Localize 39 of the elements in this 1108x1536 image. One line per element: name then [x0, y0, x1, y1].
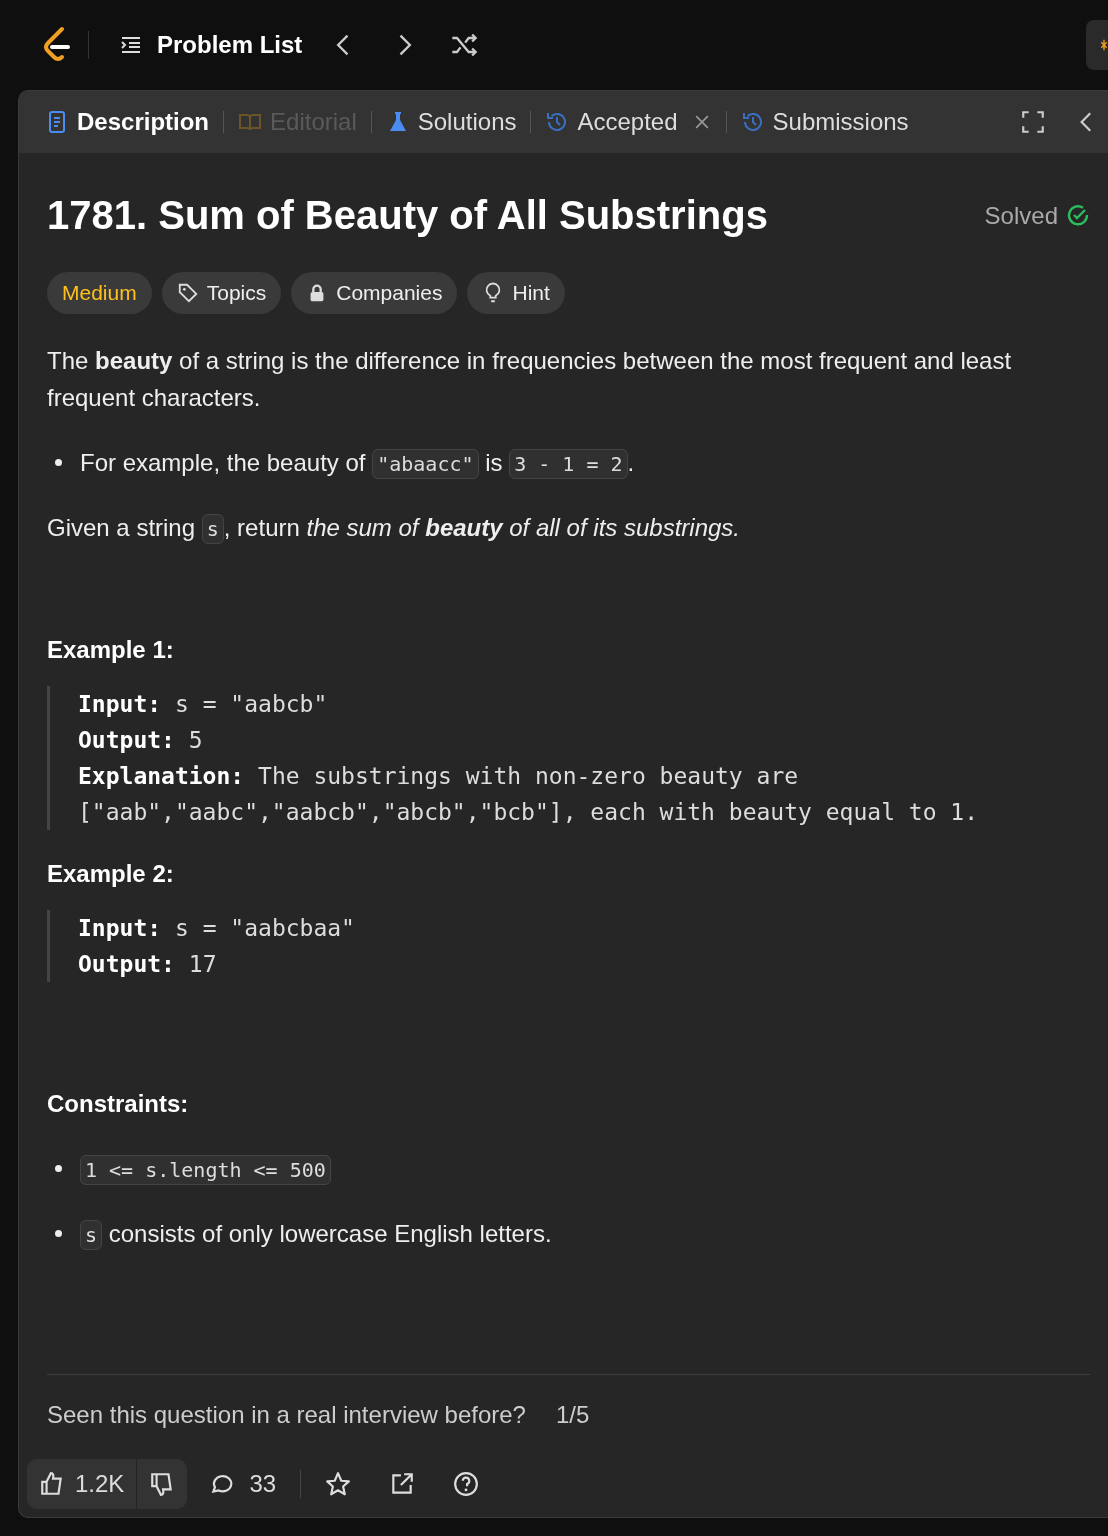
- tab[interactable]: Submissions: [736, 108, 913, 136]
- example-line: Output: 17: [78, 950, 218, 979]
- constraints-heading: Constraints:: [47, 1090, 190, 1118]
- example-line: Output: 5: [78, 726, 204, 755]
- bullet-dot: [55, 459, 62, 466]
- example-heading: Example 1:: [47, 636, 175, 664]
- rating-text: 1/5: [555, 1401, 590, 1429]
- comments-button[interactable]: 33: [209, 1470, 277, 1498]
- tag-button[interactable]: Hint: [467, 272, 565, 314]
- description-text: The beauty of a string is the difference in frequencies between the most frequent and least frequent characters.: [47, 346, 1013, 413]
- bullet-dot: [55, 1165, 62, 1172]
- problem-list-button[interactable]: Problem List: [119, 31, 303, 59]
- example-line: Explanation: The substrings with non-zero beauty are ["aab","aabc","aabcb","abcb","bcb"], each with beauty equal to 1.: [78, 762, 980, 827]
- example-heading: Example 2:: [47, 860, 175, 888]
- history-icon: [740, 110, 765, 134]
- constraint-text: s consists of only lowercase English letters.: [80, 1215, 552, 1254]
- tag-button[interactable]: Companies: [291, 272, 458, 314]
- tag-button[interactable]: Topics: [161, 272, 282, 314]
- tag-icon: [176, 282, 199, 304]
- shuffle-icon[interactable]: [450, 31, 479, 59]
- fullscreen-icon[interactable]: [1020, 109, 1046, 135]
- difficulty-badge: Medium: [47, 272, 152, 314]
- help-icon[interactable]: [453, 1471, 480, 1497]
- feedback-question: Seen this question in a real interview before?: [47, 1401, 526, 1429]
- share-icon[interactable]: [389, 1471, 416, 1497]
- tab[interactable]: Accepted: [541, 108, 716, 136]
- premium-button[interactable]: [1086, 20, 1108, 70]
- example-line: Input: s = "aabcbaa": [78, 914, 356, 943]
- star-icon[interactable]: [325, 1471, 352, 1497]
- description-text: Given a string s , return the sum of beauty of all of its substrings.: [47, 509, 1037, 548]
- check-circle-icon: [1066, 203, 1090, 228]
- tab[interactable]: Description: [41, 108, 214, 136]
- problem-title: 1781. Sum of Beauty of All Substrings: [47, 193, 769, 238]
- tab[interactable]: Solutions: [381, 108, 521, 136]
- example-line: Input: s = "aabcb": [78, 690, 329, 719]
- thumbs-up-icon: [39, 1471, 65, 1497]
- solved-status: Solved: [984, 201, 1058, 230]
- example-note: For example, the beauty of "abaacc" is 3 - 1 = 2 .: [80, 444, 635, 483]
- bullet-dot: [55, 1230, 62, 1237]
